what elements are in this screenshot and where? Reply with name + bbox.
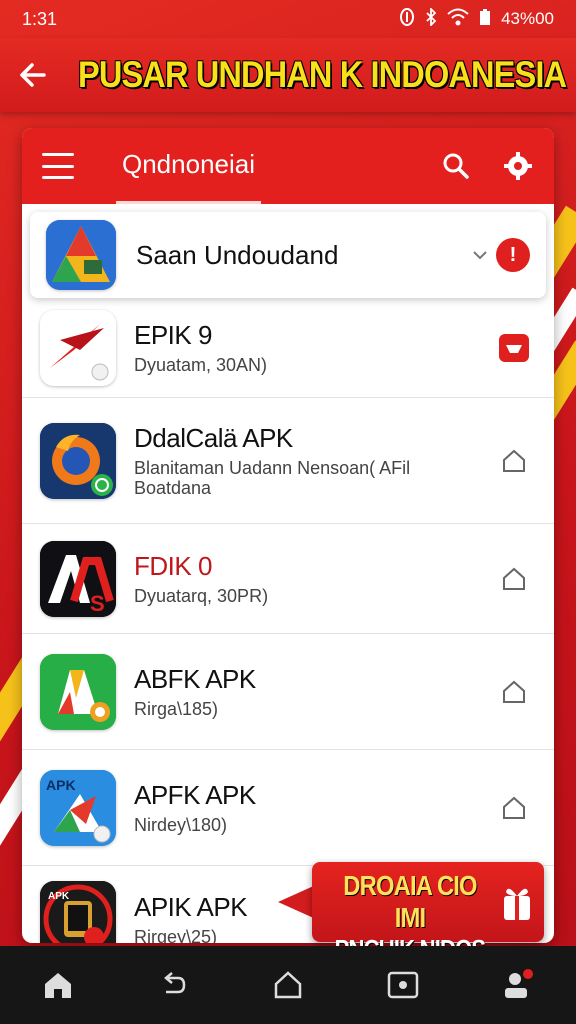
gift-icon: [504, 888, 530, 920]
dropdown-label: Saan Undoudand: [136, 239, 339, 270]
list-item-subtitle: Dyuatarq, 30PR): [134, 586, 269, 606]
list-item[interactable]: S FDIK 0 Dyuatarq, 30PR): [22, 524, 554, 634]
tab-main[interactable]: Qndnoneiai: [116, 128, 261, 204]
main-card: Qndnoneiai Saan Undoudand ! EPIK 9 Dyuat…: [22, 128, 554, 943]
app-icon: APK: [40, 769, 116, 846]
list-item[interactable]: DdalCalä APK Blanitaman Uadann Nensoan( …: [22, 398, 554, 524]
list-item-subtitle: Dyuatam, 30AN): [134, 355, 268, 375]
home-icon[interactable]: [34, 961, 82, 1009]
app-icon: APK: [40, 881, 116, 943]
home-outline-icon[interactable]: [492, 448, 536, 474]
search-icon[interactable]: [440, 150, 472, 182]
battery-icon: [479, 8, 491, 31]
app-icon: S: [40, 540, 116, 617]
list-item[interactable]: EPIK 9 Dyuatam, 30AN): [22, 298, 554, 398]
gear-icon[interactable]: [502, 150, 534, 182]
list-item-title: APFK APK: [134, 780, 256, 810]
status-bar: 1:31 43%00: [0, 0, 576, 38]
list-item[interactable]: ABFK APK Rirga\185): [22, 634, 554, 750]
back-button[interactable]: [18, 55, 48, 95]
hamburger-menu-icon[interactable]: [42, 153, 74, 179]
back-icon[interactable]: [149, 961, 197, 1009]
status-icons: 43%00: [399, 6, 554, 31]
battery-percent: 43%00: [501, 9, 554, 28]
promo-line1: DROAIA CIO IMI: [343, 870, 477, 933]
card-header: Qndnoneiai: [22, 128, 554, 204]
status-time: 1:31: [22, 8, 58, 29]
list-item-title: DdalCalä APK: [134, 423, 293, 453]
home-outline-icon[interactable]: [492, 679, 536, 705]
list-item-text: DdalCalä APK Blanitaman Uadann Nensoan( …: [134, 423, 492, 498]
list-item[interactable]: APK APFK APK Nirdey\180): [22, 750, 554, 866]
list-item-title: EPIK 9: [134, 320, 212, 350]
svg-text:APK: APK: [48, 891, 70, 902]
home-outline-icon[interactable]: [492, 566, 536, 592]
svg-text:APK: APK: [46, 777, 76, 793]
list-item-text: ABFK APK Rirga\185): [134, 664, 492, 719]
list-item-subtitle: Nirdey\180): [134, 815, 228, 835]
app-icon: [40, 422, 116, 499]
title-bar: PUSAR UNDHAN K INDOANESIA: [0, 38, 576, 112]
bluetooth-icon: [425, 6, 437, 31]
list-item-subtitle: Blanitaman Uadann Nensoan( AFil Boatdana: [134, 458, 411, 498]
featured-dropdown[interactable]: Saan Undoudand !: [30, 212, 546, 298]
app-icon: [40, 309, 116, 386]
header-actions: [440, 150, 534, 182]
red-download-icon[interactable]: [492, 333, 536, 363]
arrow-left-icon: [20, 63, 46, 87]
promo-banner[interactable]: DROAIA CIO IMI PNCUIK NIDOS: [278, 862, 544, 964]
notification-icon: [399, 7, 415, 31]
profile-icon[interactable]: [494, 961, 542, 1009]
svg-text:S: S: [90, 591, 105, 616]
list-item-title: FDIK 0: [134, 551, 212, 581]
nav-bar: [0, 946, 576, 1024]
list-item-text: APFK APK Nirdey\180): [134, 780, 492, 835]
home-outline-icon[interactable]: [264, 961, 312, 1009]
promo-body: DROAIA CIO IMI PNCUIK NIDOS: [312, 862, 544, 964]
list-item-subtitle: Rirga\185): [134, 699, 219, 719]
home-outline-icon[interactable]: [492, 795, 536, 821]
screenshot-icon[interactable]: [379, 961, 427, 1009]
list-item-text: EPIK 9 Dyuatam, 30AN): [134, 320, 492, 375]
app-title: PUSAR UNDHAN K INDOANESIA: [78, 54, 567, 95]
app-icon: [40, 653, 116, 730]
list-item-title: ABFK APK: [134, 664, 256, 694]
list-item-text: FDIK 0 Dyuatarq, 30PR): [134, 551, 492, 606]
chevron-down-icon[interactable]: [472, 245, 488, 266]
alert-badge[interactable]: !: [496, 238, 530, 272]
wifi-icon: [447, 8, 469, 31]
app-icon: [46, 220, 116, 290]
